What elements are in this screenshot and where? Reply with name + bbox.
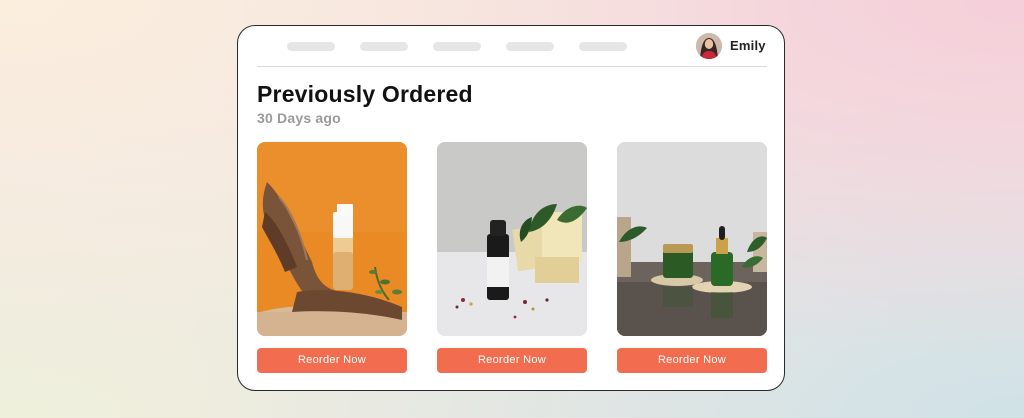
- user-avatar[interactable]: [696, 33, 722, 59]
- product-image-serum-pump-bottle[interactable]: [257, 142, 407, 336]
- reorder-now-button[interactable]: Reorder Now: [257, 348, 407, 373]
- nav-item-placeholder[interactable]: [433, 42, 481, 51]
- nav-item-placeholder[interactable]: [360, 42, 408, 51]
- nav-item-placeholder[interactable]: [506, 42, 554, 51]
- order-date-subtitle: 30 Days ago: [257, 110, 341, 126]
- reorder-now-button[interactable]: Reorder Now: [617, 348, 767, 373]
- product-image-dropper-bottle-soap[interactable]: [437, 142, 587, 336]
- product-image-green-serum-cream-jar[interactable]: [617, 142, 767, 336]
- page-title: Previously Ordered: [257, 81, 473, 107]
- previously-ordered-card: Emily Previously Ordered 30 Days ago Reo…: [237, 25, 785, 391]
- reorder-now-button[interactable]: Reorder Now: [437, 348, 587, 373]
- nav-item-placeholder[interactable]: [579, 42, 627, 51]
- header-divider: [257, 66, 767, 67]
- user-name[interactable]: Emily: [730, 38, 766, 53]
- nav-item-placeholder[interactable]: [287, 42, 335, 51]
